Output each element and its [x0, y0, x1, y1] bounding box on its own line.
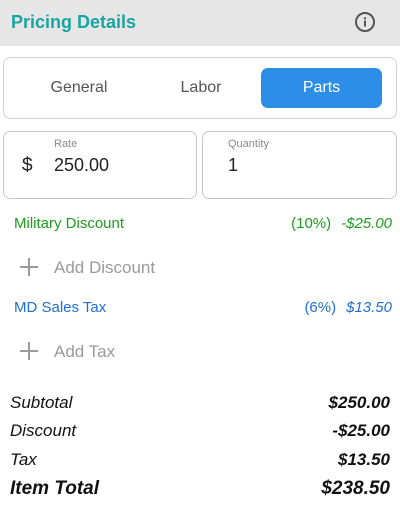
item-total-row: Item Total $238.50: [10, 478, 390, 500]
tax-name: MD Sales Tax: [14, 299, 107, 316]
discount-amount: (10%) -$25.00: [291, 215, 392, 232]
plus-icon: [20, 342, 38, 360]
rate-field[interactable]: Rate $ 250.00: [3, 131, 197, 199]
tab-parts[interactable]: Parts: [261, 68, 382, 108]
quantity-label: Quantity: [228, 138, 269, 150]
add-tax-label: Add Tax: [54, 342, 116, 361]
dollar-icon: $: [22, 155, 33, 176]
tax-row[interactable]: MD Sales Tax (6%) $13.50: [14, 299, 392, 321]
discount-row[interactable]: Military Discount (10%) -$25.00: [14, 215, 392, 237]
plus-icon: [20, 258, 38, 276]
item-total-label: Item Total: [10, 478, 100, 499]
tax-percent: (6%): [304, 299, 337, 316]
quantity-field[interactable]: Quantity 1: [202, 131, 397, 199]
discount-total-value: -$25.00: [332, 421, 390, 440]
tax-amount: (6%) $13.50: [304, 299, 392, 316]
tax-total-label: Tax: [10, 450, 37, 469]
quantity-value[interactable]: 1: [228, 155, 238, 176]
info-icon[interactable]: [355, 12, 375, 32]
add-discount-label: Add Discount: [54, 258, 156, 277]
rate-label: Rate: [54, 138, 78, 150]
discount-name: Military Discount: [14, 215, 125, 232]
subtotal-label: Subtotal: [10, 393, 73, 412]
tab-bar: General Labor Parts: [3, 57, 397, 119]
tax-total-value: $13.50: [338, 450, 390, 469]
discount-percent: (10%): [291, 215, 332, 232]
discount-total-label: Discount: [10, 421, 77, 440]
subtotal-value: $250.00: [328, 393, 390, 412]
rate-value[interactable]: 250.00: [54, 155, 109, 176]
discount-total-row: Discount -$25.00: [10, 421, 390, 443]
tax-value: $13.50: [346, 299, 392, 316]
header-bar: Pricing Details: [0, 0, 400, 46]
item-total-value: $238.50: [321, 478, 390, 499]
discount-value: -$25.00: [341, 215, 392, 232]
tab-labor[interactable]: Labor: [140, 68, 262, 108]
add-discount-button[interactable]: Add Discount: [18, 256, 218, 284]
add-tax-button[interactable]: Add Tax: [18, 340, 218, 368]
subtotal-row: Subtotal $250.00: [10, 393, 390, 415]
tax-total-row: Tax $13.50: [10, 450, 390, 472]
page-title: Pricing Details: [11, 12, 137, 32]
tab-general[interactable]: General: [18, 68, 140, 108]
